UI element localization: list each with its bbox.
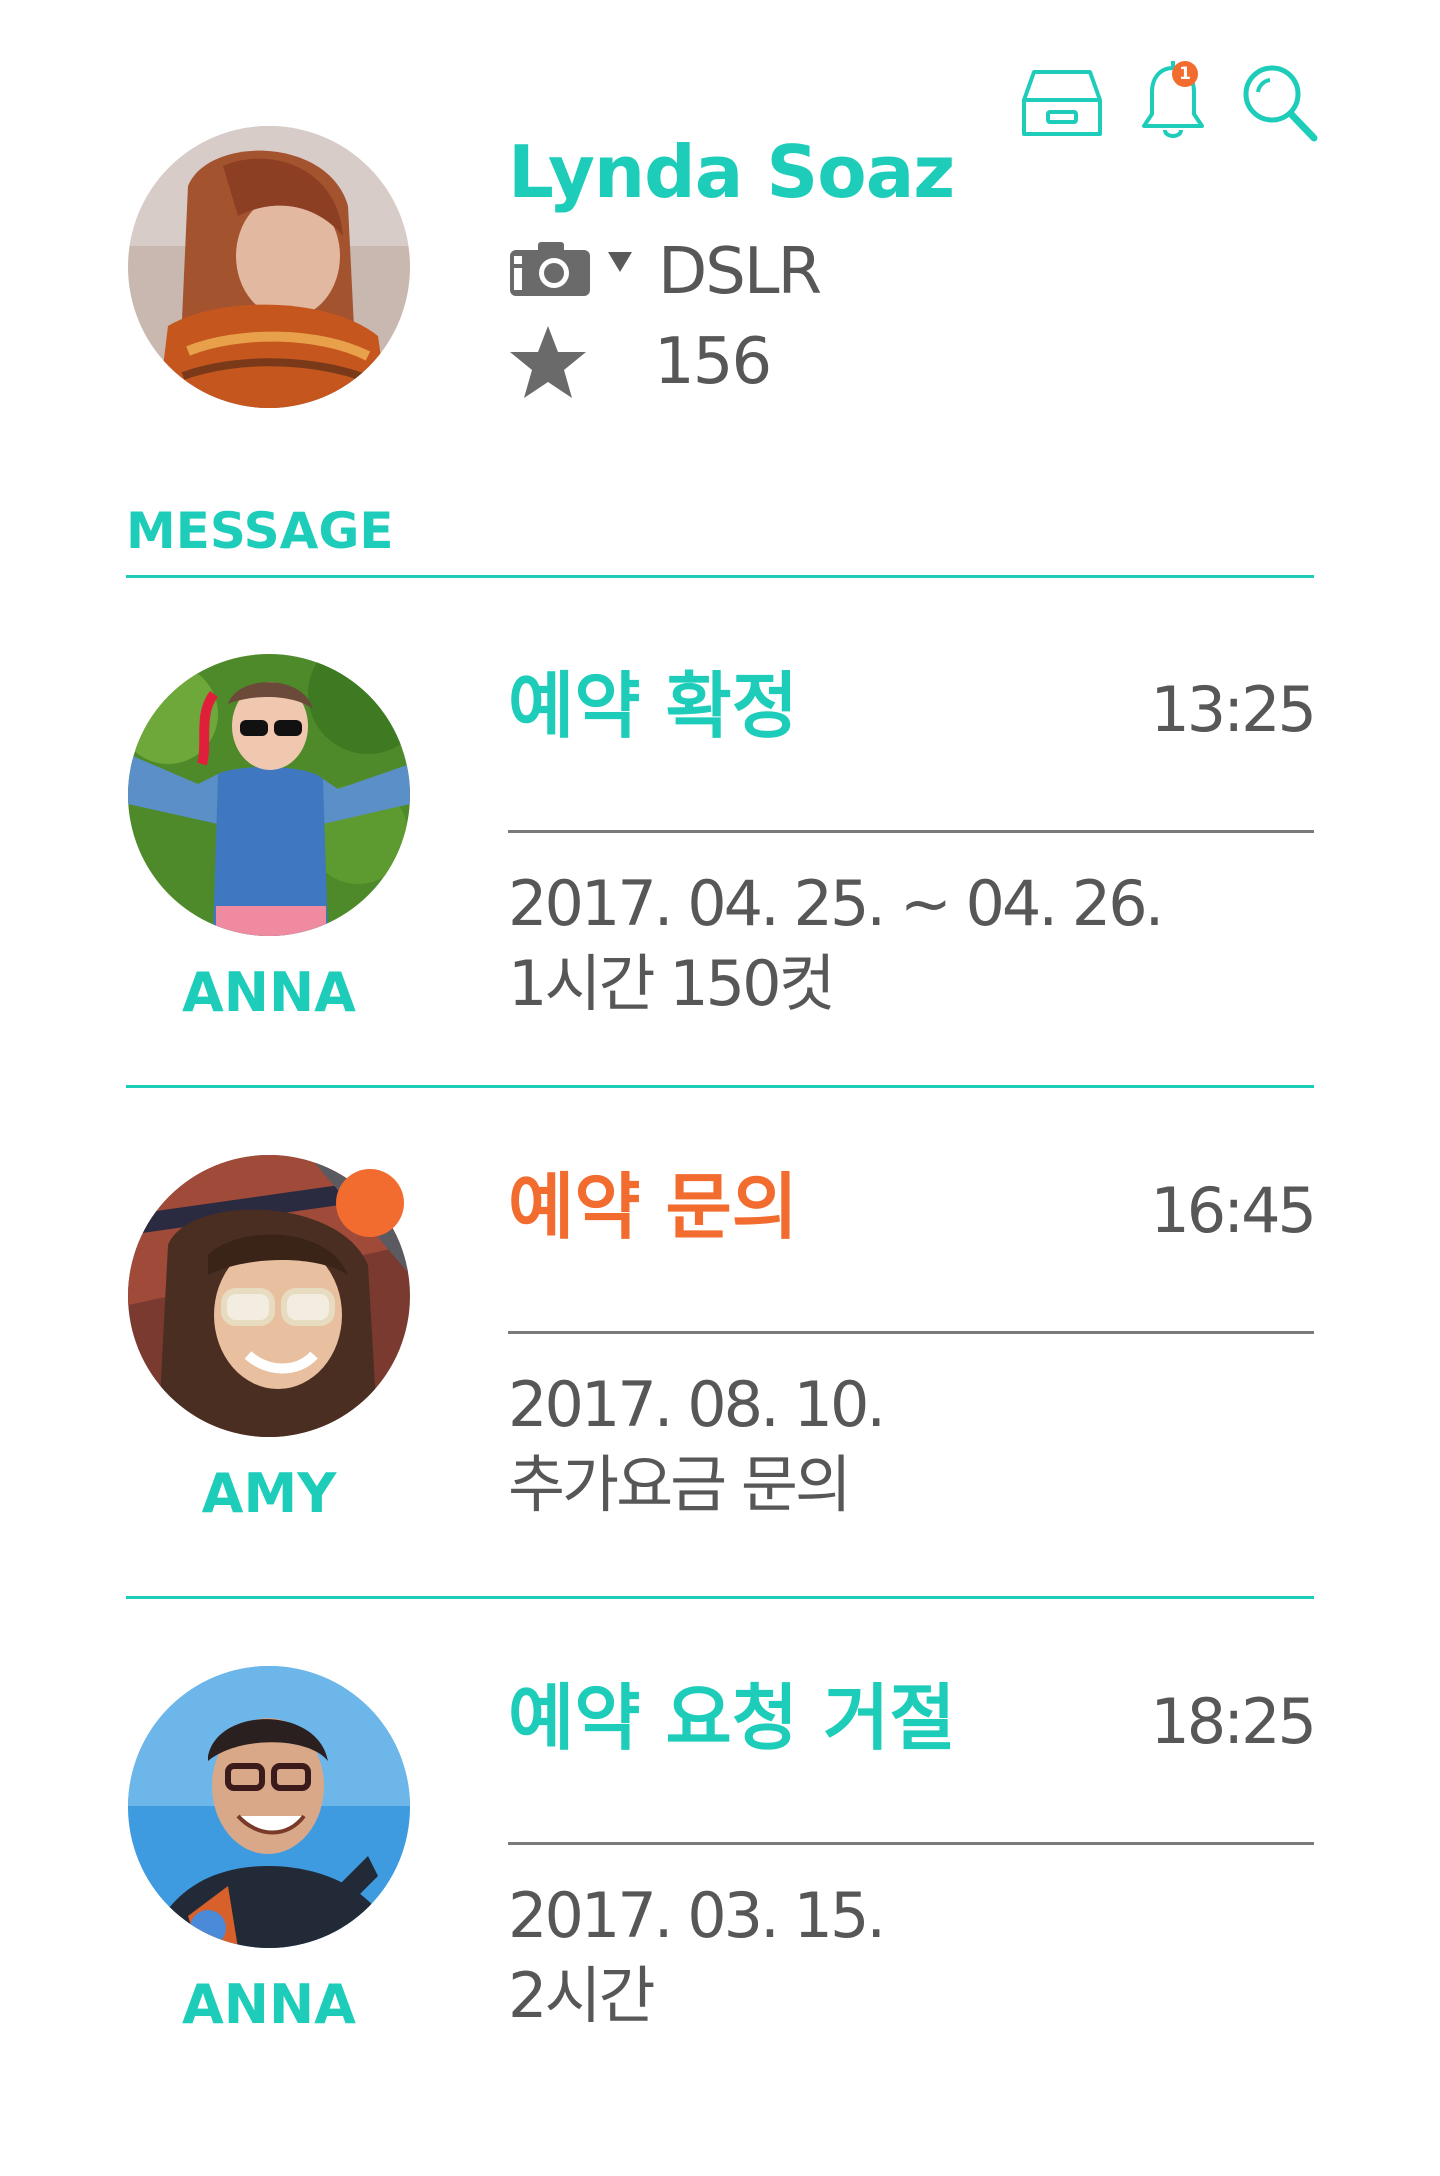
profile-name: Lynda Soaz (508, 130, 955, 214)
section-divider (126, 575, 1314, 578)
message-item[interactable]: ANNA 예약 요청 거절 18:25 2017. 03. 15. 2시간 (0, 1666, 1440, 2176)
message-title: 예약 확정 (508, 664, 799, 748)
profile-photo (128, 126, 410, 408)
inbox-icon[interactable] (1020, 66, 1104, 138)
sender-name: ANNA (182, 961, 356, 1024)
message-divider (508, 830, 1314, 833)
message-divider (508, 1331, 1314, 1334)
star-icon (510, 326, 586, 398)
search-icon[interactable] (1238, 60, 1320, 144)
chevron-down-icon[interactable] (608, 252, 632, 272)
sender-photo (128, 654, 410, 936)
row-divider (126, 1596, 1314, 1599)
avatar[interactable] (128, 1666, 410, 1948)
top-toolbar: 1 (1020, 58, 1320, 148)
row-divider (126, 1085, 1314, 1088)
message-detail: 추가요금 문의 (508, 1448, 852, 1521)
sender-name: ANNA (182, 1973, 356, 2036)
rating-value: 156 (654, 325, 772, 399)
message-detail: 2시간 (508, 1959, 656, 2032)
message-date: 2017. 04. 25. ~ 04. 26. (508, 867, 1164, 940)
message-date: 2017. 03. 15. (508, 1879, 886, 1952)
message-detail: 1시간 150컷 (508, 947, 836, 1020)
message-section-title: MESSAGE (126, 502, 394, 560)
notification-count-badge: 1 (1172, 61, 1198, 87)
message-divider (508, 1842, 1314, 1845)
avatar[interactable] (128, 654, 410, 936)
message-time: 18:25 (1150, 1685, 1317, 1758)
camera-icon (510, 242, 590, 296)
unread-indicator (336, 1169, 404, 1237)
sender-name: AMY (201, 1462, 337, 1525)
message-time: 13:25 (1150, 673, 1317, 746)
message-time: 16:45 (1150, 1174, 1317, 1247)
sender-photo (128, 1666, 410, 1948)
message-item[interactable]: AMY 예약 문의 16:45 2017. 08. 10. 추가요금 문의 (0, 1155, 1440, 1665)
message-title: 예약 요청 거절 (508, 1676, 956, 1760)
camera-type-label: DSLR (658, 235, 822, 309)
profile-avatar[interactable] (128, 126, 410, 408)
message-date: 2017. 08. 10. (508, 1368, 886, 1441)
message-title: 예약 문의 (508, 1165, 799, 1249)
